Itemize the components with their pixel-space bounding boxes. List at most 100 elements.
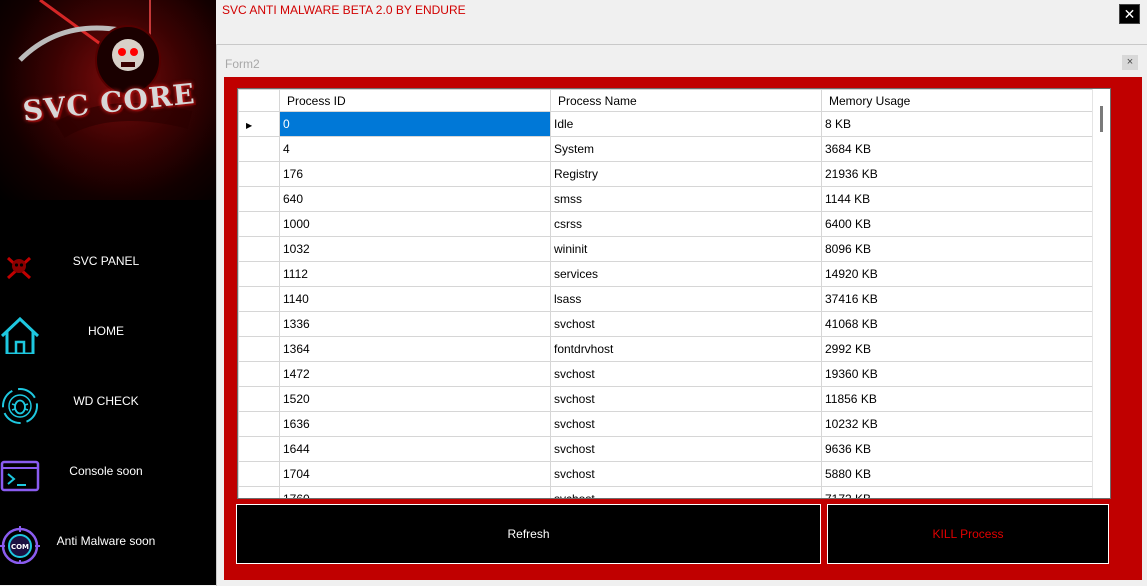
cell-process-name[interactable]: svchost xyxy=(550,361,822,387)
table-row[interactable]: 176 Registry 21936 KB xyxy=(238,161,1093,187)
table-row[interactable]: 1032 wininit 8096 KB xyxy=(238,236,1093,262)
vertical-scrollbar[interactable] xyxy=(1092,89,1110,498)
form2-title: Form2 xyxy=(225,57,260,71)
table-row[interactable]: 1364 fontdrvhost 2992 KB xyxy=(238,336,1093,362)
table-row[interactable]: 1472 svchost 19360 KB xyxy=(238,361,1093,387)
process-table-body: ▶ 0 Idle 8 KB 4 System 3684 KB 176 Registry 21936… xyxy=(238,111,1093,498)
refresh-button[interactable]: Refresh xyxy=(236,504,821,564)
cell-memory-usage[interactable]: 8096 KB xyxy=(821,236,1093,262)
row-header[interactable] xyxy=(238,186,280,212)
row-header[interactable] xyxy=(238,261,280,287)
table-row[interactable]: ▶ 0 Idle 8 KB xyxy=(238,111,1093,137)
sidebar-item-console[interactable]: Console soon xyxy=(0,448,216,498)
form2-close-button[interactable]: × xyxy=(1122,55,1138,70)
table-row[interactable]: 1140 lsass 37416 KB xyxy=(238,286,1093,312)
row-header[interactable] xyxy=(238,386,280,412)
cell-memory-usage[interactable]: 1144 KB xyxy=(821,186,1093,212)
scrollbar-thumb[interactable] xyxy=(1100,106,1103,132)
table-row[interactable]: 640 smss 1144 KB xyxy=(238,186,1093,212)
column-header-process-id[interactable]: Process ID xyxy=(279,89,551,112)
row-header[interactable]: ▶ xyxy=(238,111,280,137)
cell-memory-usage[interactable]: 3684 KB xyxy=(821,136,1093,162)
cell-memory-usage[interactable]: 8 KB xyxy=(821,111,1093,137)
table-row[interactable]: 1644 svchost 9636 KB xyxy=(238,436,1093,462)
process-grid[interactable]: Process ID Process Name Memory Usage ▶ 0 I… xyxy=(237,88,1111,499)
cell-memory-usage[interactable]: 2992 KB xyxy=(821,336,1093,362)
column-header-memory-usage[interactable]: Memory Usage xyxy=(821,89,1093,112)
cell-memory-usage[interactable]: 11856 KB xyxy=(821,386,1093,412)
cell-memory-usage[interactable]: 14920 KB xyxy=(821,261,1093,287)
cell-process-name[interactable]: svchost xyxy=(550,386,822,412)
cell-process-id[interactable]: 1636 xyxy=(279,411,551,437)
column-header-process-name[interactable]: Process Name xyxy=(550,89,822,112)
row-header[interactable] xyxy=(238,236,280,262)
cell-process-id[interactable]: 1336 xyxy=(279,311,551,337)
row-header[interactable] xyxy=(238,286,280,312)
cell-memory-usage[interactable]: 5880 KB xyxy=(821,461,1093,487)
cell-process-id[interactable]: 1760 xyxy=(279,486,551,498)
cell-process-name[interactable]: csrss xyxy=(550,211,822,237)
cell-process-name[interactable]: fontdrvhost xyxy=(550,336,822,362)
cell-process-id[interactable]: 1520 xyxy=(279,386,551,412)
cell-process-name[interactable]: svchost xyxy=(550,311,822,337)
cell-memory-usage[interactable]: 10232 KB xyxy=(821,411,1093,437)
table-row[interactable]: 1704 svchost 5880 KB xyxy=(238,461,1093,487)
row-header[interactable] xyxy=(238,361,280,387)
logo-banner: SVC CORE xyxy=(0,0,216,200)
row-header[interactable] xyxy=(238,211,280,237)
cell-process-name[interactable]: svchost xyxy=(550,486,822,498)
cell-memory-usage[interactable]: 7172 KB xyxy=(821,486,1093,498)
cell-process-name[interactable]: svchost xyxy=(550,436,822,462)
cell-process-id[interactable]: 640 xyxy=(279,186,551,212)
cell-process-id[interactable]: 1000 xyxy=(279,211,551,237)
cell-process-id[interactable]: 176 xyxy=(279,161,551,187)
cell-memory-usage[interactable]: 19360 KB xyxy=(821,361,1093,387)
cell-memory-usage[interactable]: 41068 KB xyxy=(821,311,1093,337)
close-button[interactable]: ✕ xyxy=(1119,4,1140,24)
cell-process-name[interactable]: Idle xyxy=(550,111,822,137)
cell-memory-usage[interactable]: 37416 KB xyxy=(821,286,1093,312)
row-header[interactable] xyxy=(238,411,280,437)
cell-process-id[interactable]: 1140 xyxy=(279,286,551,312)
cell-process-name[interactable]: lsass xyxy=(550,286,822,312)
cell-process-name[interactable]: System xyxy=(550,136,822,162)
kill-process-button[interactable]: KILL Process xyxy=(827,504,1109,564)
table-row[interactable]: 1000 csrss 6400 KB xyxy=(238,211,1093,237)
table-row[interactable]: 1760 svchost 7172 KB xyxy=(238,486,1093,498)
row-header[interactable] xyxy=(238,436,280,462)
row-header[interactable] xyxy=(238,486,280,498)
cell-process-id[interactable]: 1472 xyxy=(279,361,551,387)
row-header[interactable] xyxy=(238,336,280,362)
cell-process-name[interactable]: smss xyxy=(550,186,822,212)
row-header[interactable] xyxy=(238,461,280,487)
sidebar-item-wd-check[interactable]: WD CHECK xyxy=(0,378,216,428)
cell-memory-usage[interactable]: 6400 KB xyxy=(821,211,1093,237)
table-row[interactable]: 1520 svchost 11856 KB xyxy=(238,386,1093,412)
cell-process-name[interactable]: svchost xyxy=(550,461,822,487)
form2-window: Form2 × Process ID Process Name Memory U… xyxy=(216,44,1147,586)
cell-process-id[interactable]: 1704 xyxy=(279,461,551,487)
cell-process-id[interactable]: 1032 xyxy=(279,236,551,262)
table-row[interactable]: 4 System 3684 KB xyxy=(238,136,1093,162)
cell-memory-usage[interactable]: 21936 KB xyxy=(821,161,1093,187)
row-header[interactable] xyxy=(238,161,280,187)
cell-process-id[interactable]: 1364 xyxy=(279,336,551,362)
cell-process-id[interactable]: 0 xyxy=(279,111,551,137)
cell-memory-usage[interactable]: 9636 KB xyxy=(821,436,1093,462)
terminal-icon xyxy=(0,460,40,492)
sidebar-item-svc-panel[interactable]: SVC PANEL xyxy=(0,238,216,288)
table-row[interactable]: 1636 svchost 10232 KB xyxy=(238,411,1093,437)
sidebar-item-home[interactable]: HOME xyxy=(0,308,216,358)
cell-process-name[interactable]: wininit xyxy=(550,236,822,262)
cell-process-name[interactable]: svchost xyxy=(550,411,822,437)
cell-process-id[interactable]: 1644 xyxy=(279,436,551,462)
row-header[interactable] xyxy=(238,136,280,162)
cell-process-id[interactable]: 1112 xyxy=(279,261,551,287)
cell-process-id[interactable]: 4 xyxy=(279,136,551,162)
row-header[interactable] xyxy=(238,311,280,337)
table-row[interactable]: 1336 svchost 41068 KB xyxy=(238,311,1093,337)
table-row[interactable]: 1112 services 14920 KB xyxy=(238,261,1093,287)
cell-process-name[interactable]: Registry xyxy=(550,161,822,187)
sidebar-item-anti-malware[interactable]: COM Anti Malware soon xyxy=(0,518,216,568)
cell-process-name[interactable]: services xyxy=(550,261,822,287)
